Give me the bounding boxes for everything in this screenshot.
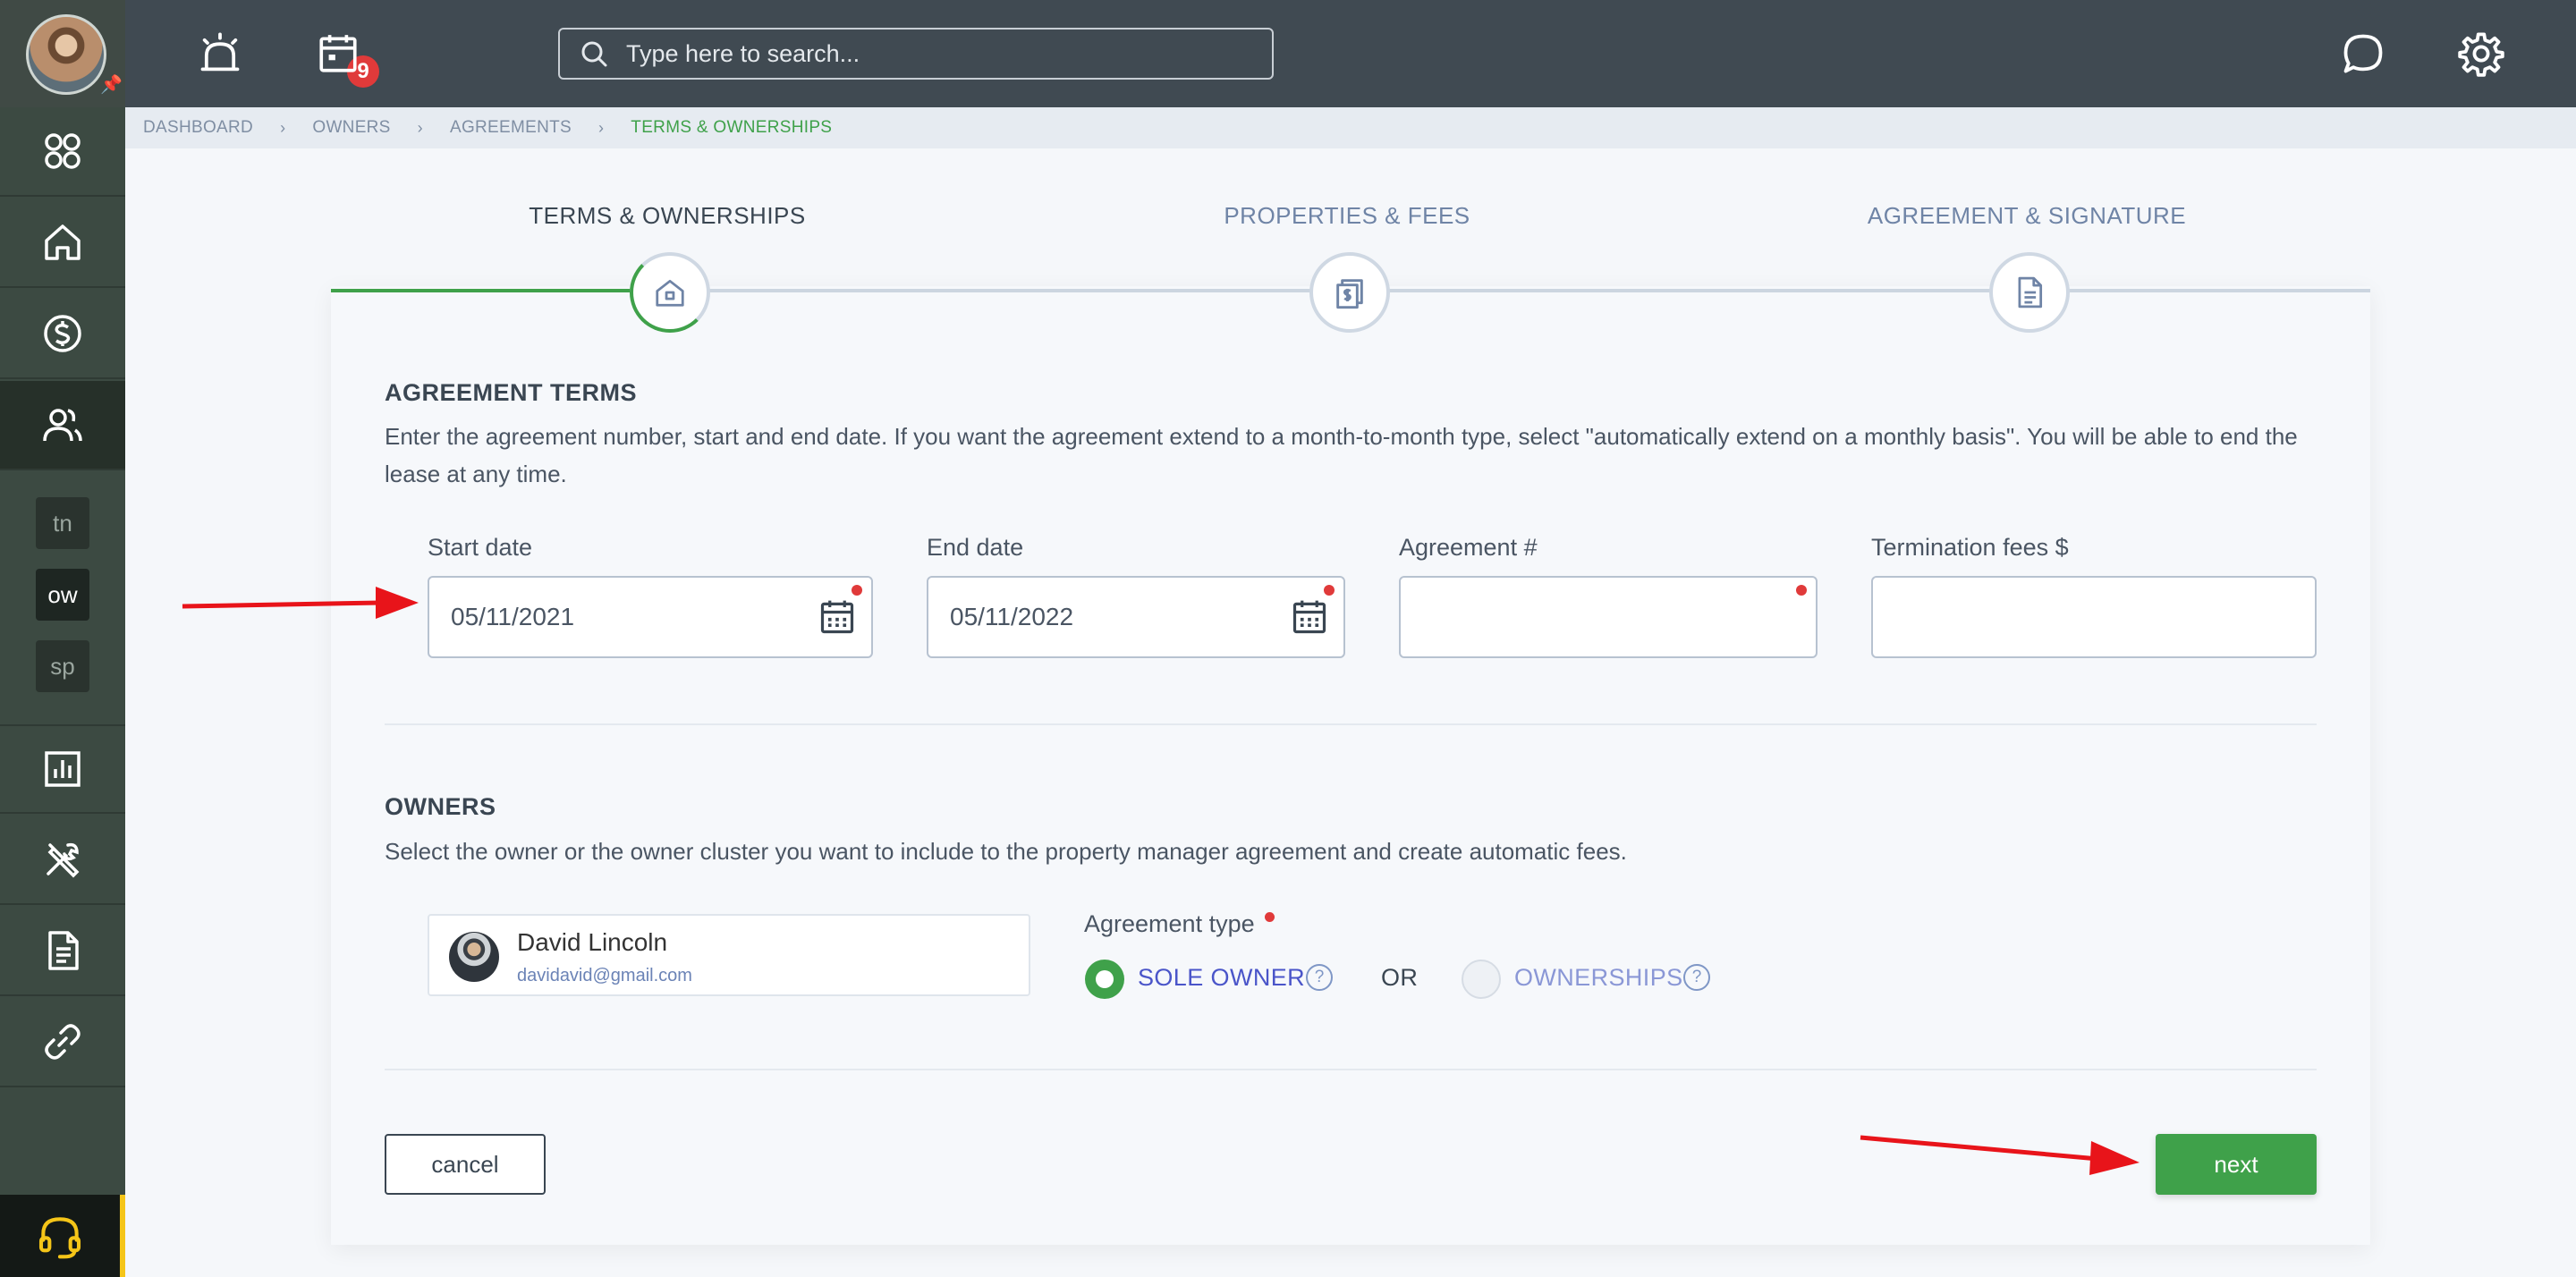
agreement-terms-description: Enter the agreement number, start and en…	[385, 423, 2298, 487]
sidebar-item-reports[interactable]	[0, 724, 125, 814]
cancel-button[interactable]: cancel	[385, 1134, 546, 1195]
start-date-field[interactable]	[428, 576, 873, 658]
sidebar-item-documents[interactable]	[0, 907, 125, 996]
top-bar: 9	[125, 0, 2576, 107]
termination-fees-field[interactable]	[1871, 576, 2317, 658]
agreement-type-label: Agreement type	[1084, 910, 1275, 938]
apps-grid-icon	[45, 133, 80, 169]
owners-title: OWNERS	[385, 793, 496, 820]
house-icon	[656, 279, 684, 307]
step-track-line	[630, 289, 2370, 292]
calendar-button[interactable]	[311, 27, 365, 80]
owner-email: davidavid@gmail.com	[517, 966, 692, 985]
owner-card[interactable]: David Lincoln davidavid@gmail.com	[428, 914, 1030, 996]
alarm-icon	[200, 32, 240, 72]
required-indicator	[852, 585, 862, 596]
required-indicator	[1324, 585, 1335, 596]
start-date-input[interactable]	[451, 578, 760, 656]
or-text: OR	[1381, 964, 1419, 991]
users-icon	[43, 409, 82, 442]
sidebar-tag-sp[interactable]: sp	[36, 640, 89, 692]
calendar-icon	[319, 35, 357, 72]
agreement-terms-title: AGREEMENT TERMS	[385, 379, 638, 406]
required-indicator	[1265, 912, 1275, 922]
agreement-number-input[interactable]	[1422, 578, 1713, 656]
step-circle-terms[interactable]	[630, 252, 710, 333]
required-indicator	[1796, 585, 1807, 596]
chevron-right-icon: ›	[417, 118, 423, 137]
sidebar-item-people[interactable]	[0, 381, 125, 470]
link-icon	[45, 1024, 80, 1060]
agreement-type-text: Agreement type	[1084, 910, 1255, 937]
next-button[interactable]: next	[2156, 1134, 2317, 1195]
ownerships-radio[interactable]	[1462, 960, 1501, 999]
sidebar-item-links[interactable]	[0, 998, 125, 1087]
avatar[interactable]	[26, 14, 106, 95]
breadcrumb-agreements[interactable]: AGREEMENTS	[450, 118, 572, 138]
tools-icon	[47, 842, 80, 878]
search-input[interactable]	[626, 39, 1252, 68]
alarm-button[interactable]	[193, 27, 247, 80]
document-icon	[2018, 276, 2043, 309]
step-label-agreement[interactable]: AGREEMENT & SIGNATURE	[1803, 202, 2250, 230]
step-circle-properties[interactable]	[1309, 252, 1390, 333]
section-divider	[385, 723, 2317, 725]
ownerships-label[interactable]: OWNERSHIPS	[1514, 964, 1683, 992]
annotation-arrow-start-date	[182, 587, 419, 619]
breadcrumb-owners[interactable]: OWNERS	[312, 118, 390, 138]
annotation-arrow-next	[1860, 1135, 2140, 1175]
dollar-circle-icon	[44, 315, 81, 352]
settings-button[interactable]	[2454, 27, 2508, 80]
pin-icon: 📌	[100, 75, 123, 95]
support-button[interactable]	[0, 1195, 125, 1277]
document-icon	[48, 931, 79, 970]
section-divider	[385, 1069, 2317, 1070]
search-bar[interactable]	[558, 28, 1274, 80]
agreement-number-field[interactable]	[1399, 576, 1818, 658]
chat-bubble-icon	[2343, 34, 2383, 73]
owner-avatar	[449, 932, 499, 982]
sidebar: 📌 tn ow sp	[0, 0, 125, 1277]
chat-button[interactable]	[2336, 27, 2390, 80]
termination-fees-input[interactable]	[1894, 578, 2204, 656]
home-icon	[45, 224, 80, 260]
calendar-icon[interactable]	[818, 597, 857, 637]
step-progress-line	[331, 289, 630, 292]
sidebar-item-apps[interactable]	[0, 107, 125, 197]
sidebar-tag-ow[interactable]: ow	[36, 569, 89, 621]
headset-icon	[38, 1217, 81, 1259]
sidebar-item-tools[interactable]	[0, 816, 125, 905]
chevron-right-icon: ›	[598, 118, 605, 137]
bar-chart-icon	[45, 751, 80, 787]
sole-owner-label[interactable]: SOLE OWNER	[1138, 964, 1305, 992]
end-date-input[interactable]	[950, 578, 1241, 656]
gear-icon	[2458, 32, 2504, 77]
search-icon	[581, 41, 607, 67]
agreement-number-label: Agreement #	[1399, 534, 1538, 561]
sole-owner-radio[interactable]	[1085, 960, 1124, 999]
end-date-field[interactable]	[927, 576, 1345, 658]
breadcrumb-current: TERMS & OWNERSHIPS	[631, 118, 833, 137]
start-date-label: Start date	[428, 534, 533, 561]
sidebar-item-home[interactable]	[0, 199, 125, 288]
termination-fees-label: Termination fees $	[1871, 534, 2069, 561]
sidebar-tag-tn[interactable]: tn	[36, 497, 89, 549]
sidebar-item-finance[interactable]	[0, 290, 125, 379]
calendar-icon[interactable]	[1290, 597, 1329, 637]
help-icon[interactable]: ?	[1306, 964, 1333, 991]
step-label-properties[interactable]: PROPERTIES & FEES	[1123, 202, 1571, 230]
user-avatar-cell[interactable]: 📌	[0, 0, 125, 107]
breadcrumb-dashboard[interactable]: DASHBOARD	[143, 118, 253, 138]
step-label-terms[interactable]: TERMS & OWNERSHIPS	[444, 202, 891, 230]
dollar-documents-icon	[1336, 279, 1363, 309]
end-date-label: End date	[927, 534, 1024, 561]
chevron-right-icon: ›	[280, 118, 286, 137]
breadcrumb: DASHBOARD › OWNERS › AGREEMENTS › TERMS …	[125, 107, 2576, 148]
step-circle-agreement[interactable]	[1989, 252, 2070, 333]
help-icon[interactable]: ?	[1683, 964, 1710, 991]
owner-name: David Lincoln	[517, 928, 668, 956]
owners-description: Select the owner or the owner cluster yo…	[385, 838, 1627, 865]
